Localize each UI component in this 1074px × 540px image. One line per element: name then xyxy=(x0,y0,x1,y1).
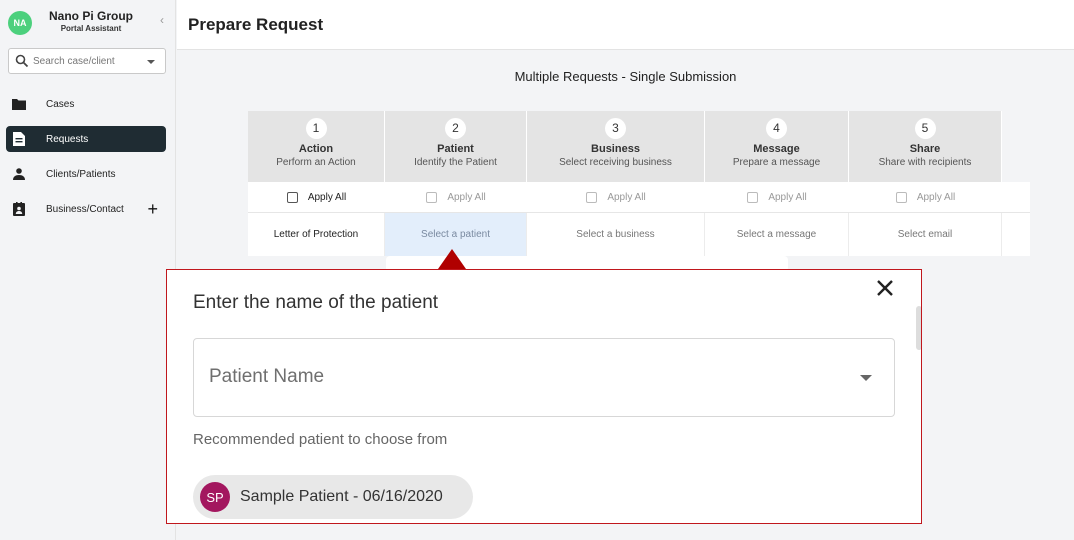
step-title: Patient xyxy=(437,143,474,155)
step-2: 2 Patient Identify the Patient xyxy=(385,111,527,182)
step-title: Share xyxy=(909,143,941,155)
document-icon xyxy=(12,132,26,146)
recommended-patient-chip[interactable]: SP Sample Patient - 06/16/2020 xyxy=(193,475,473,519)
close-icon[interactable] xyxy=(873,276,897,300)
apply-all-checkbox-share[interactable]: Apply All xyxy=(849,182,1002,213)
sidebar-item-clients-patients[interactable]: Clients/Patients xyxy=(6,161,166,187)
patient-select-modal: Enter the name of the patient Patient Na… xyxy=(166,269,922,524)
popup-pointer-icon xyxy=(438,249,466,269)
step-title: Message xyxy=(753,143,800,155)
step-5: 5 Share Share with recipients xyxy=(849,111,1002,182)
step-number: 3 xyxy=(605,118,626,139)
checkbox-icon xyxy=(586,192,598,203)
request-row: Letter of Protection Select a patient Se… xyxy=(248,213,1030,256)
checkbox-icon xyxy=(286,192,298,203)
apply-all-row: Apply All Apply All Apply All Apply All … xyxy=(248,182,1030,213)
page-subtitle: Multiple Requests - Single Submission xyxy=(514,69,737,84)
sidebar-item-label: Business/Contact xyxy=(46,203,124,215)
contact-card-icon xyxy=(12,202,26,216)
apply-all-label: Apply All xyxy=(607,192,646,203)
apply-all-label: Apply All xyxy=(447,192,486,203)
org-subtitle: Portal Assistant xyxy=(60,24,122,33)
patient-name-placeholder: Patient Name xyxy=(209,366,325,387)
apply-all-checkbox-message[interactable]: Apply All xyxy=(705,182,849,213)
org-header[interactable]: NA Nano Pi Group Portal Assistant ‹ xyxy=(8,8,168,38)
apply-all-checkbox-patient[interactable]: Apply All xyxy=(385,182,527,213)
checkbox-icon xyxy=(747,192,759,203)
step-number: 1 xyxy=(305,118,327,139)
patient-avatar: SP xyxy=(200,482,230,512)
step-description: Identify the Patient xyxy=(414,157,497,168)
apply-all-label: Apply All xyxy=(307,192,347,203)
step-description: Perform an Action xyxy=(276,157,356,168)
apply-all-checkbox-action[interactable]: Apply All xyxy=(248,182,385,213)
sidebar-item-requests[interactable]: Requests xyxy=(6,126,166,152)
select-business-cell[interactable]: Select a business xyxy=(527,213,705,256)
step-number: 5 xyxy=(914,118,936,139)
step-1: 1 Action Perform an Action xyxy=(248,111,385,182)
sidebar: NA Nano Pi Group Portal Assistant ‹ Case… xyxy=(0,0,176,540)
chevron-left-icon[interactable]: ‹ xyxy=(160,13,164,27)
step-description: Prepare a message xyxy=(732,157,821,168)
page-header: Prepare Request xyxy=(177,0,1074,50)
sidebar-item-business-contact[interactable]: Business/Contact + xyxy=(6,196,166,222)
step-number: 4 xyxy=(766,118,787,139)
person-icon xyxy=(12,167,26,181)
sidebar-item-cases[interactable]: Cases xyxy=(6,91,166,117)
checkbox-icon xyxy=(426,192,438,203)
org-name: Nano Pi Group xyxy=(49,9,133,23)
step-title: Action xyxy=(298,143,334,155)
steps-table: 1 Action Perform an Action 2 Patient Ide… xyxy=(248,111,1030,256)
step-description: Share with recipients xyxy=(878,157,972,168)
checkbox-icon xyxy=(895,192,907,203)
page-title: Prepare Request xyxy=(188,15,324,34)
add-business-button[interactable]: + xyxy=(147,199,158,220)
chevron-down-icon[interactable] xyxy=(860,375,872,381)
search-icon xyxy=(15,54,29,68)
search-field[interactable] xyxy=(8,48,166,74)
folder-icon xyxy=(12,97,26,111)
step-4: 4 Message Prepare a message xyxy=(705,111,849,182)
patient-name: Sample Patient - 06/16/2020 xyxy=(240,488,443,505)
step-description: Select receiving business xyxy=(559,157,672,168)
recommended-label: Recommended patient to choose from xyxy=(193,431,448,448)
select-email-cell[interactable]: Select email xyxy=(849,213,1002,256)
org-avatar: NA xyxy=(8,11,32,35)
sidebar-item-label: Requests xyxy=(46,133,89,145)
apply-all-label: Apply All xyxy=(916,192,956,203)
sidebar-item-label: Clients/Patients xyxy=(46,168,116,180)
scrollbar[interactable] xyxy=(916,306,921,350)
select-message-cell[interactable]: Select a message xyxy=(705,213,849,256)
action-cell[interactable]: Letter of Protection xyxy=(248,213,385,256)
sidebar-item-label: Cases xyxy=(46,98,75,110)
apply-all-checkbox-business[interactable]: Apply All xyxy=(527,182,705,213)
patient-name-dropdown[interactable]: Patient Name xyxy=(193,338,895,417)
modal-title: Enter the name of the patient xyxy=(193,292,439,313)
step-title: Business xyxy=(591,143,640,155)
chevron-down-icon[interactable] xyxy=(147,60,155,64)
apply-all-label: Apply All xyxy=(768,192,807,203)
search-input[interactable] xyxy=(33,52,143,70)
step-3: 3 Business Select receiving business xyxy=(527,111,705,182)
step-number: 2 xyxy=(445,118,466,139)
